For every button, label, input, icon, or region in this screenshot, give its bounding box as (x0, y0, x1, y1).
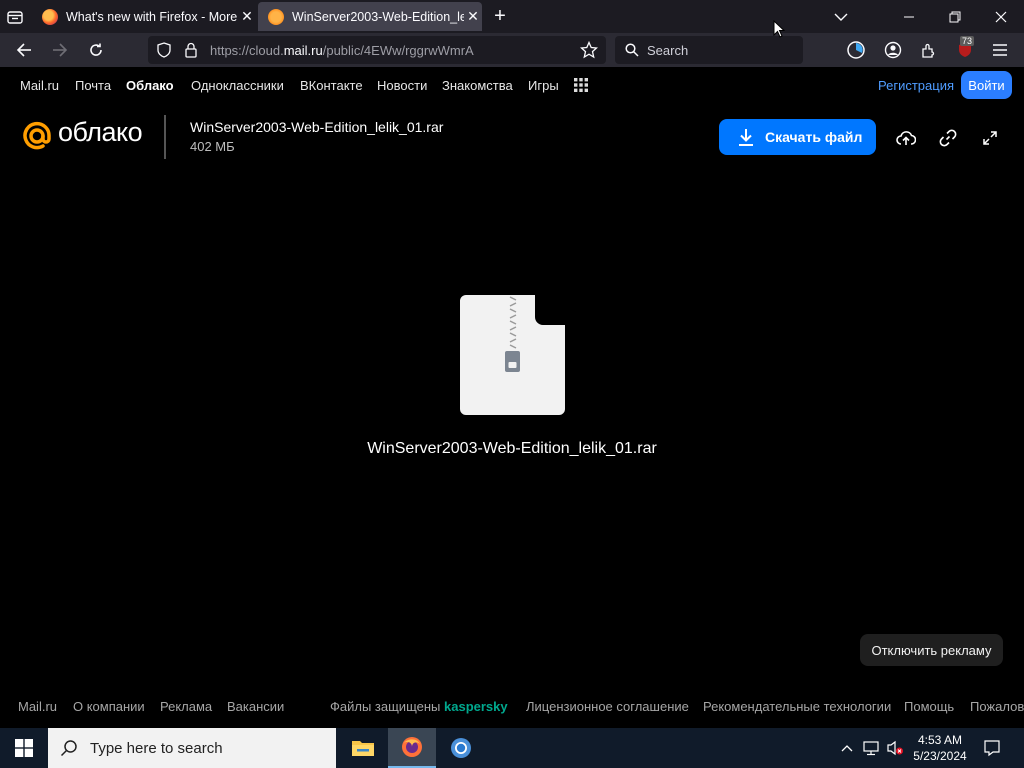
browser-tab-strip: What's new with Firefox - More ✕ WinServ… (0, 0, 1024, 33)
ublock-badge: 73 (960, 36, 975, 46)
start-button[interactable] (0, 728, 48, 768)
search-icon (625, 43, 639, 57)
file-size: 402 МБ (190, 139, 235, 154)
tab-whats-new[interactable]: What's new with Firefox - More ✕ (32, 2, 256, 31)
footer-link-jobs[interactable]: Вакансии (227, 699, 284, 714)
forward-icon[interactable] (45, 33, 75, 67)
apps-grid-icon[interactable] (574, 78, 588, 97)
file-caption: WinServer2003-Web-Edition_lelik_01.rar (367, 440, 657, 457)
footer-link-about[interactable]: О компании (73, 699, 145, 714)
header-divider (164, 115, 166, 159)
menu-icon[interactable] (985, 33, 1015, 67)
disable-ads-button[interactable]: Отключить рекламу (860, 634, 1003, 666)
url-text: https://cloud.mail.ru/public/4EWw/rggrwW… (210, 42, 474, 58)
browser-nav-bar: https://cloud.mail.ru/public/4EWw/rggrwW… (0, 33, 1024, 67)
bookmark-star-icon[interactable] (579, 40, 599, 62)
back-icon[interactable] (9, 33, 39, 67)
ublock-icon[interactable]: 73 (950, 33, 980, 67)
windows-logo-icon (15, 739, 33, 757)
register-link[interactable]: Регистрация (878, 78, 954, 93)
footer-link-help[interactable]: Помощь (904, 699, 954, 714)
portal-link-games[interactable]: Игры (528, 78, 559, 93)
save-to-cloud-icon[interactable] (894, 126, 918, 150)
clock-time: 4:53 AM (917, 733, 963, 747)
file-name: WinServer2003-Web-Edition_lelik_01.rar (190, 119, 444, 135)
taskbar-search-input[interactable]: Type here to search (48, 728, 336, 768)
tab-list-icon[interactable] (6, 8, 24, 26)
windows-taskbar: Type here to search 4:53 AM 5/23/2024 (0, 728, 1024, 768)
mouse-cursor-icon (773, 19, 786, 43)
action-center-icon[interactable] (978, 728, 1006, 768)
copy-link-icon[interactable] (936, 126, 960, 150)
portal-link-mailru[interactable]: Mail.ru (20, 78, 59, 93)
firefox-taskbar-icon[interactable] (388, 728, 436, 768)
tracking-protection-icon[interactable] (156, 42, 172, 61)
cloud-logo-icon[interactable] (22, 121, 52, 151)
kaspersky-logo[interactable]: kaspersky (444, 699, 508, 714)
chrome-taskbar-icon[interactable] (437, 728, 485, 768)
close-tab-icon[interactable]: ✕ (238, 8, 256, 25)
footer-link-mailru[interactable]: Mail.ru (18, 699, 57, 714)
tab-title: What's new with Firefox - More (66, 9, 238, 24)
cloud-logo-text[interactable]: облако (58, 117, 143, 148)
download-file-button[interactable]: Скачать файл (719, 119, 876, 155)
search-icon (60, 739, 78, 757)
lock-icon[interactable] (184, 42, 198, 61)
minimize-icon[interactable] (886, 0, 932, 33)
clock-date: 5/23/2024 (913, 749, 967, 763)
list-all-tabs-icon[interactable] (818, 0, 864, 33)
account-icon[interactable] (878, 33, 908, 67)
portal-nav: Mail.ru Почта Облако Одноклассники ВКонт… (0, 67, 1024, 103)
close-window-icon[interactable] (978, 0, 1024, 33)
portal-link-dating[interactable]: Знакомства (442, 78, 513, 93)
restore-icon[interactable] (932, 0, 978, 33)
tab-cloud-file[interactable]: WinServer2003-Web-Edition_lelik_ ✕ (258, 2, 482, 31)
archive-file-icon[interactable] (460, 295, 565, 415)
footer-protected-text: Файлы защищены kaspersky (330, 699, 508, 714)
search-placeholder: Search (647, 42, 689, 58)
portal-link-ok[interactable]: Одноклассники (191, 78, 284, 93)
taskbar-search-placeholder: Type here to search (90, 739, 223, 757)
download-icon (738, 128, 754, 146)
login-button[interactable]: Войти (961, 71, 1012, 99)
footer-link-recommendations[interactable]: Рекомендательные технологии (703, 699, 891, 714)
fullscreen-icon[interactable] (978, 126, 1002, 150)
portal-link-mail[interactable]: Почта (75, 78, 111, 93)
portal-link-cloud[interactable]: Облако (126, 78, 174, 93)
download-label: Скачать файл (765, 129, 863, 145)
portal-link-vk[interactable]: ВКонтакте (300, 78, 363, 93)
tab-title: WinServer2003-Web-Edition_lelik_ (292, 9, 464, 24)
network-icon[interactable] (860, 728, 882, 768)
address-bar[interactable]: https://cloud.mail.ru/public/4EWw/rggrwW… (148, 36, 606, 64)
footer-link-license[interactable]: Лицензионное соглашение (526, 699, 689, 714)
cloud-favicon-icon (268, 8, 284, 25)
taskbar-clock[interactable]: 4:53 AM 5/23/2024 (905, 732, 975, 764)
firefox-icon (42, 8, 58, 25)
portal-link-news[interactable]: Новости (377, 78, 427, 93)
file-explorer-icon[interactable] (339, 728, 387, 768)
volume-muted-icon[interactable] (884, 728, 906, 768)
show-hidden-icons-icon[interactable] (838, 728, 856, 768)
footer-link-complaint[interactable]: Пожалов (970, 699, 1024, 714)
new-tab-button[interactable]: + (490, 5, 510, 27)
extensions-icon[interactable] (914, 33, 944, 67)
close-tab-icon[interactable]: ✕ (464, 8, 482, 25)
reload-icon[interactable] (81, 33, 111, 67)
pocket-timer-icon[interactable] (841, 33, 871, 67)
footer-link-ads[interactable]: Реклама (160, 699, 212, 714)
